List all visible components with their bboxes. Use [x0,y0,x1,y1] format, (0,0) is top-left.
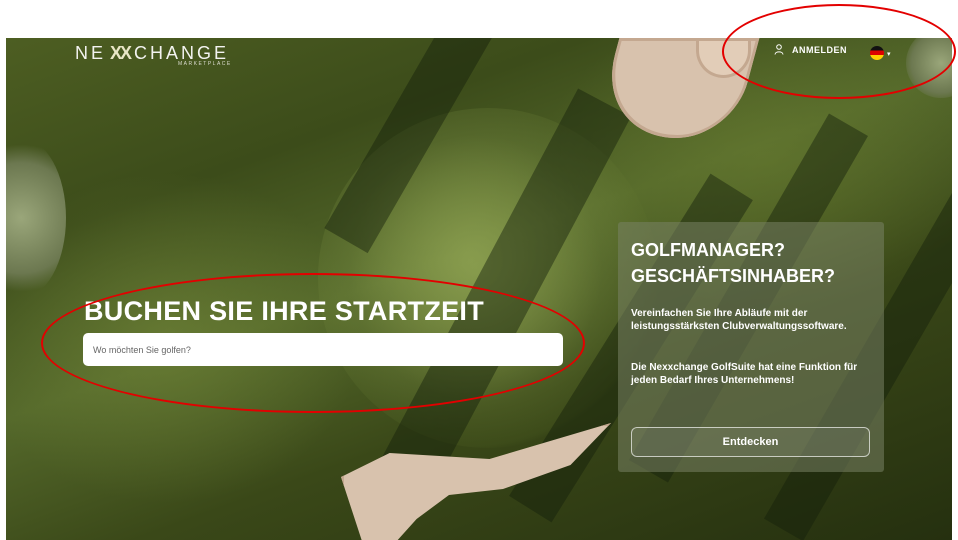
discover-button[interactable]: Entdecken [631,427,870,457]
logo-text-left: NE [75,43,107,63]
promo-paragraph-2: Die Nexxchange GolfSuite hat eine Funkti… [631,362,858,386]
tree [6,138,66,298]
logo-text-right: CHANGE [134,43,230,63]
annotation-ring-login [722,4,956,99]
promo-title-line1: GOLFMANAGER? [631,240,785,260]
promo-title: GOLFMANAGER? GESCHÄFTSINHABER? [631,237,881,289]
promo-paragraph-1: Vereinfachen Sie Ihre Abläufe mit der le… [631,308,847,332]
annotation-ring-search [41,273,585,413]
promo-title-line2: GESCHÄFTSINHABER? [631,266,836,286]
logo-subtitle: MARKETPLACE [178,61,232,67]
logo-mark: XX [110,43,132,63]
